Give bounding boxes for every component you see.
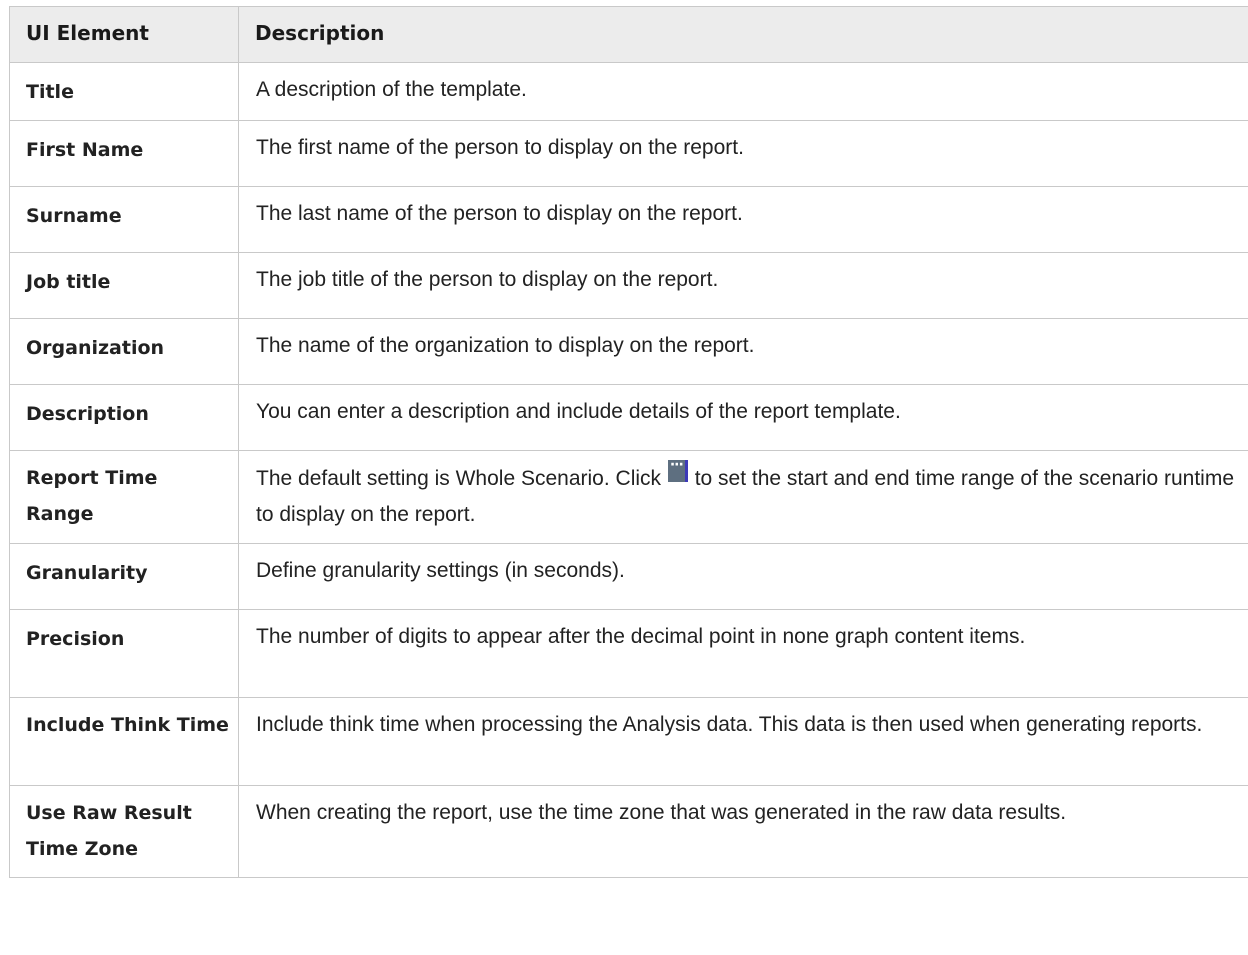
table-header-row: UI Element Description (9, 6, 1248, 63)
ui-element-name: Use Raw Result Time Zone (9, 785, 239, 878)
ui-element-description: You can enter a description and include … (238, 384, 1248, 451)
ui-element-description: A description of the template. (238, 62, 1248, 121)
table-row: Organization The name of the organizatio… (9, 318, 1248, 385)
ui-elements-table: UI Element Description Title A descripti… (9, 6, 1248, 878)
ui-element-name: Surname (9, 186, 239, 253)
ui-element-description: The default setting is Whole Scenario. C… (238, 450, 1248, 544)
ui-element-description: The first name of the person to display … (238, 120, 1248, 187)
ui-element-name: Include Think Time (9, 697, 239, 786)
ui-element-name: Report Time Range (9, 450, 239, 544)
table-row: Title A description of the template. (9, 62, 1248, 121)
table-row: Description You can enter a description … (9, 384, 1248, 451)
ui-element-name: Description (9, 384, 239, 451)
ui-element-name: Precision (9, 609, 239, 698)
ui-element-name: Granularity (9, 543, 239, 610)
ui-element-description: Include think time when processing the A… (238, 697, 1248, 786)
ui-element-name: First Name (9, 120, 239, 187)
ui-element-description: Define granularity settings (in seconds)… (238, 543, 1248, 610)
table-row: Include Think Time Include think time wh… (9, 697, 1248, 786)
table-row: Precision The number of digits to appear… (9, 609, 1248, 698)
table-row: Report Time Range The default setting is… (9, 450, 1248, 544)
ui-element-description: The name of the organization to display … (238, 318, 1248, 385)
ui-element-description: The job title of the person to display o… (238, 252, 1248, 319)
table-row: Granularity Define granularity settings … (9, 543, 1248, 610)
table-row: First Name The first name of the person … (9, 120, 1248, 187)
ui-element-name: Organization (9, 318, 239, 385)
ellipsis-browse-icon: ··· (667, 457, 688, 482)
column-header-ui-element: UI Element (9, 6, 239, 63)
table-row: Job title The job title of the person to… (9, 252, 1248, 319)
description-text-before: The default setting is Whole Scenario. C… (256, 467, 667, 490)
ui-element-description: The number of digits to appear after the… (238, 609, 1248, 698)
ui-element-description: The last name of the person to display o… (238, 186, 1248, 253)
table-row: Surname The last name of the person to d… (9, 186, 1248, 253)
ui-element-name: Title (9, 62, 239, 121)
ui-element-name: Job title (9, 252, 239, 319)
ui-element-description: When creating the report, use the time z… (238, 785, 1248, 878)
table-row: Use Raw Result Time Zone When creating t… (9, 785, 1248, 878)
column-header-description: Description (238, 6, 1248, 63)
